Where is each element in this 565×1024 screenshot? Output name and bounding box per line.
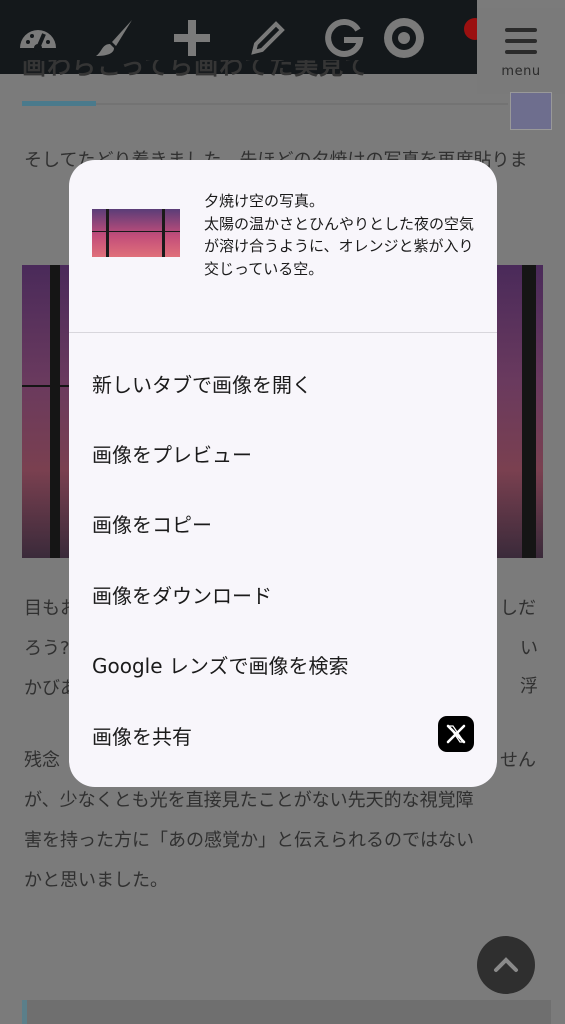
- article-paragraph-bottom-2: が、少なくとも光を直接見たことがない先天的な視覚障: [24, 790, 474, 811]
- scroll-to-top-button[interactable]: [477, 936, 535, 994]
- image-thumbnail: [92, 209, 180, 257]
- image-context-menu: 夕焼け空の写真。 太陽の温かさとひんやりとした夜の空気が溶け合うように、オレンジ…: [69, 160, 497, 787]
- menu-item-label: 新しいタブで画像を開く: [92, 373, 312, 397]
- plus-icon[interactable]: [170, 16, 214, 60]
- footer-block: [22, 1000, 551, 1024]
- menu-item-label: Google レンズで画像を検索: [92, 654, 349, 678]
- hamburger-icon: [505, 28, 537, 54]
- article-heading: 画わらこってら画わてた美見て: [22, 60, 370, 80]
- menu-item-label: 画像をダウンロード: [92, 584, 272, 608]
- copy-image-item[interactable]: 画像をコピー: [69, 487, 497, 557]
- dashboard-icon[interactable]: [16, 16, 60, 60]
- menu-label: menu: [501, 64, 541, 79]
- pencil-icon[interactable]: [246, 16, 290, 60]
- article-paragraph-bottom-3: 害を持った方に「あの感覚か」と伝えられるのではない: [24, 830, 474, 851]
- google-icon[interactable]: [322, 16, 366, 60]
- share-image-item[interactable]: 画像を共有: [69, 699, 497, 769]
- menu-divider: [69, 332, 497, 333]
- menu-item-label: 画像をプレビュー: [92, 443, 252, 467]
- avatar[interactable]: [510, 92, 552, 130]
- open-image-new-tab-item[interactable]: 新しいタブで画像を開く: [69, 347, 497, 417]
- article-paragraph-bottom-4: かと思いました。: [24, 870, 168, 891]
- gear-icon[interactable]: [382, 16, 426, 60]
- menu-item-label: 画像をコピー: [92, 513, 212, 537]
- x-logo-icon[interactable]: [438, 716, 474, 752]
- menu-button[interactable]: menu: [477, 8, 565, 94]
- heading-accent: [22, 101, 96, 106]
- download-image-item[interactable]: 画像をダウンロード: [69, 558, 497, 628]
- google-lens-search-item[interactable]: Google レンズで画像を検索: [69, 628, 497, 698]
- brush-icon[interactable]: [92, 16, 136, 60]
- menu-item-label: 画像を共有: [92, 725, 192, 749]
- preview-image-item[interactable]: 画像をプレビュー: [69, 417, 497, 487]
- heading-underline: [96, 103, 508, 105]
- image-alt-text: 夕焼け空の写真。 太陽の温かさとひんやりとした夜の空気が溶け合うように、オレンジ…: [204, 192, 475, 278]
- chevron-up-icon: [494, 957, 518, 972]
